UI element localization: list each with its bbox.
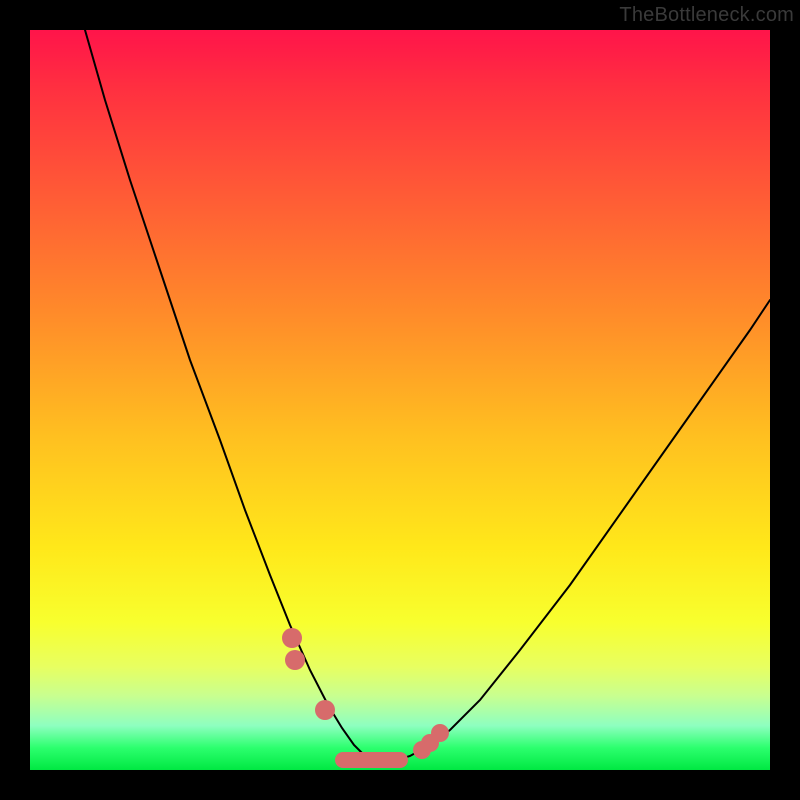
highlight-markers [282,628,449,759]
bottleneck-curve [85,30,770,762]
valley-band [335,752,408,768]
highlight-marker [282,628,302,648]
highlight-marker [431,724,449,742]
plot-area [30,30,770,770]
watermark-text: TheBottleneck.com [619,4,794,27]
curve-svg [30,30,770,770]
highlight-marker [315,700,335,720]
chart-frame: TheBottleneck.com [0,0,800,800]
highlight-marker [285,650,305,670]
